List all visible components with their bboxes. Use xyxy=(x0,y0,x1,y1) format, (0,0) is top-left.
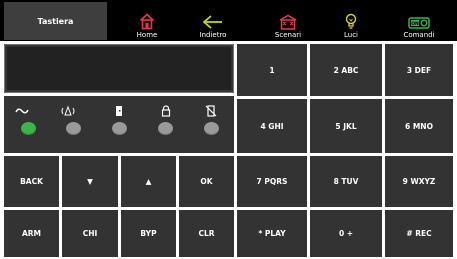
key-8[interactable]: 8 TUV xyxy=(310,156,382,207)
status-led-alarm xyxy=(66,122,81,135)
alarm-icon xyxy=(58,104,78,118)
ok-key[interactable]: OK xyxy=(179,156,234,207)
arrow-left-icon xyxy=(202,14,224,31)
bypass-icon xyxy=(201,104,221,118)
lightbulb-icon xyxy=(345,13,357,31)
scenari-label: Scenari xyxy=(274,31,302,39)
key-2[interactable]: 2 ABC xyxy=(310,44,382,96)
scenari-button[interactable]: Scenari xyxy=(258,0,318,41)
key-9[interactable]: 9 WXYZ xyxy=(385,156,453,207)
home-icon xyxy=(139,13,155,31)
page-title: Tastiera xyxy=(4,2,107,40)
key-hash-rec[interactable]: # REC xyxy=(385,210,453,257)
switch-on-text: ON xyxy=(411,21,419,27)
scenari-icon xyxy=(278,14,298,31)
luci-label: Luci xyxy=(343,31,358,39)
byp-key[interactable]: BYP xyxy=(121,210,176,257)
key-6[interactable]: 6 MNO xyxy=(385,99,453,153)
switch-on-icon: ON xyxy=(408,16,430,31)
arm-key[interactable]: ARM xyxy=(4,210,59,257)
comandi-button[interactable]: ON Comandi xyxy=(386,0,452,41)
up-arrow-key[interactable]: ▲ xyxy=(121,156,176,207)
back-label: Indietro xyxy=(199,31,227,39)
display-screen xyxy=(7,47,231,90)
back-key[interactable]: BACK xyxy=(4,156,59,207)
power-wave-icon xyxy=(12,104,32,118)
key-star-play[interactable]: * PLAY xyxy=(237,210,307,257)
key-7[interactable]: 7 PQRS xyxy=(237,156,307,207)
key-4[interactable]: 4 GHI xyxy=(237,99,307,153)
status-led-power xyxy=(21,122,36,135)
top-navigation-bar: Tastiera Home Indietro Scenari Luci ON C… xyxy=(0,0,457,41)
chi-key[interactable]: CHI xyxy=(62,210,118,257)
key-1[interactable]: 1 xyxy=(237,44,307,96)
lock-icon xyxy=(156,104,176,118)
status-led-bypass xyxy=(204,122,219,135)
key-5[interactable]: 5 JKL xyxy=(310,99,382,153)
home-button[interactable]: Home xyxy=(117,0,177,41)
down-arrow-key[interactable]: ▼ xyxy=(62,156,118,207)
back-nav-button[interactable]: Indietro xyxy=(183,0,243,41)
open-door-icon xyxy=(109,104,129,118)
status-panel xyxy=(4,96,234,153)
luci-button[interactable]: Luci xyxy=(321,0,381,41)
clr-key[interactable]: CLR xyxy=(179,210,234,257)
comandi-label: Comandi xyxy=(403,31,435,39)
keypad-display xyxy=(4,44,234,93)
status-led-lock xyxy=(158,122,173,135)
key-0[interactable]: 0 + xyxy=(310,210,382,257)
key-3[interactable]: 3 DEF xyxy=(385,44,453,96)
home-label: Home xyxy=(136,31,158,39)
status-led-door xyxy=(112,122,127,135)
